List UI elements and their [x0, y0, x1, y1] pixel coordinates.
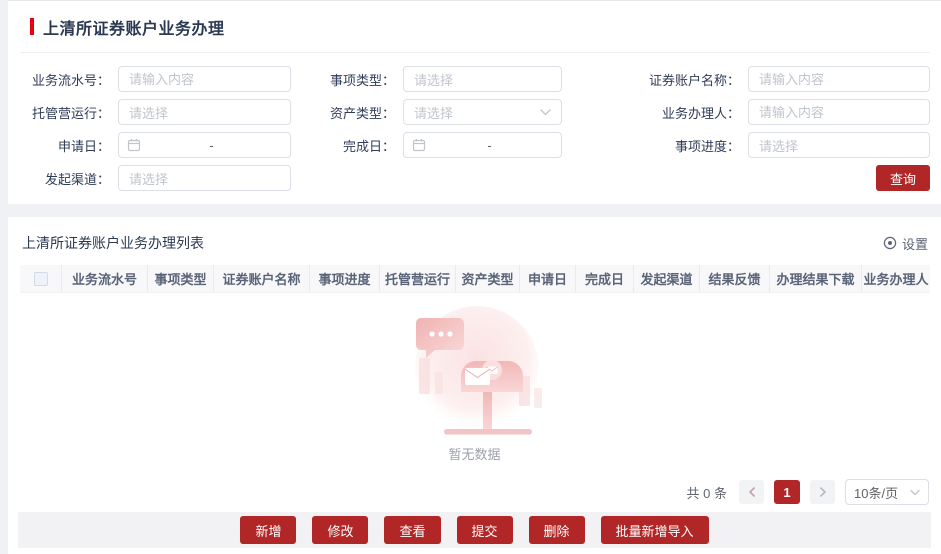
business-serial-no-label: 业务流水号：	[20, 70, 118, 89]
chevron-down-icon	[540, 109, 551, 116]
pagination-prev-button[interactable]	[739, 480, 764, 504]
search-button-cell: 查询	[566, 165, 930, 191]
empty-state: 暂无数据	[8, 293, 941, 472]
apply-date-label: 申请日：	[20, 136, 118, 155]
column-header: 结果反馈	[700, 265, 770, 292]
column-header: 完成日	[576, 265, 634, 292]
list-panel: 上清所证券账户业务办理列表 设置 业务流水号事项类型证券账户名称事项进度托管营运…	[8, 217, 941, 554]
search-form: 业务流水号：事项类型：请选择证券账户名称：托管营运行：请选择资产类型：请选择业务…	[20, 53, 930, 191]
item-type-placeholder: 请选择	[414, 70, 453, 89]
page-size-select[interactable]: 10条/页	[845, 479, 929, 505]
list-header: 上清所证券账户业务办理列表 设置	[8, 217, 941, 265]
select-all-checkbox[interactable]	[34, 272, 48, 286]
item-type-field: 事项类型： 请选择	[299, 66, 566, 92]
apply-date-separator: -	[141, 138, 282, 153]
action-button-bar: 新增修改查看提交删除批量新增导入	[18, 512, 931, 548]
column-header: 事项类型	[148, 265, 214, 292]
list-title: 上清所证券账户业务办理列表	[22, 233, 204, 253]
empty-mailbox-illustration	[397, 302, 553, 442]
panel-gap	[0, 204, 941, 217]
business-handler-label: 业务办理人：	[566, 103, 748, 122]
column-header: 办理结果下载	[770, 265, 862, 292]
finish-date-field: 完成日： -	[299, 132, 566, 158]
finish-date-daterange[interactable]: -	[403, 132, 562, 158]
gear-icon	[883, 236, 897, 250]
view-button[interactable]: 查看	[384, 516, 440, 544]
custody-operation-bank-select[interactable]: 请选择	[118, 99, 291, 125]
initiate-channel-field: 发起渠道： 请选择	[20, 165, 299, 191]
business-serial-no-field: 业务流水号：	[20, 66, 299, 92]
form-spacer	[299, 165, 566, 191]
column-header: 事项进度	[310, 265, 380, 292]
finish-date-separator: -	[426, 138, 553, 153]
finish-date-label: 完成日：	[299, 136, 403, 155]
asset-type-select[interactable]: 请选择	[403, 99, 562, 125]
modify-button[interactable]: 修改	[312, 516, 368, 544]
batch-import-button[interactable]: 批量新增导入	[601, 516, 709, 544]
title-accent-bar	[30, 18, 34, 35]
table: 业务流水号事项类型证券账户名称事项进度托管营运行资产类型申请日完成日发起渠道结果…	[8, 265, 941, 293]
chevron-down-icon	[910, 489, 920, 496]
business-serial-no-input[interactable]	[129, 72, 280, 87]
business-handler-input[interactable]	[759, 105, 919, 120]
business-handler-input-wrap	[748, 99, 930, 125]
apply-date-field: 申请日： -	[20, 132, 299, 158]
pagination-next-button[interactable]	[810, 480, 835, 504]
column-header: 业务流水号	[62, 265, 148, 292]
column-header: 发起渠道	[634, 265, 700, 292]
pagination: 共 0 条 1 10条/页	[8, 472, 941, 512]
page-header: 上清所证券账户业务办理	[20, 1, 930, 53]
chevron-right-icon	[819, 487, 827, 497]
item-progress-placeholder: 请选择	[759, 136, 798, 155]
asset-type-placeholder: 请选择	[414, 103, 453, 122]
settings-button[interactable]: 设置	[883, 234, 928, 253]
column-header: 业务办理人	[862, 265, 930, 292]
item-progress-label: 事项进度：	[566, 136, 748, 155]
page-size-value: 10条/页	[854, 483, 898, 502]
business-serial-no-input-wrap	[118, 66, 291, 92]
item-type-select[interactable]: 请选择	[403, 66, 562, 92]
custody-operation-bank-field: 托管营运行： 请选择	[20, 99, 299, 125]
calendar-icon	[127, 138, 141, 152]
page-title: 上清所证券账户业务办理	[43, 15, 225, 39]
custody-operation-bank-label: 托管营运行：	[20, 103, 118, 122]
column-header: 申请日	[520, 265, 576, 292]
pagination-page-1[interactable]: 1	[774, 480, 800, 504]
securities-account-name-field: 证券账户名称：	[566, 66, 930, 92]
securities-account-name-label: 证券账户名称：	[566, 70, 748, 89]
delete-button[interactable]: 删除	[529, 516, 585, 544]
item-progress-select[interactable]: 请选择	[748, 132, 930, 158]
table-header-row: 业务流水号事项类型证券账户名称事项进度托管营运行资产类型申请日完成日发起渠道结果…	[20, 265, 930, 293]
securities-account-name-input-wrap	[748, 66, 930, 92]
initiate-channel-placeholder: 请选择	[129, 169, 168, 188]
search-form-panel: 上清所证券账户业务办理 业务流水号： 事项类型： 请选择 证券账户名称： 托管营运行： 请…	[8, 0, 941, 204]
column-header: 托管营运行	[380, 265, 456, 292]
custody-operation-bank-placeholder: 请选择	[129, 103, 168, 122]
asset-type-label: 资产类型：	[299, 103, 403, 122]
empty-text: 暂无数据	[448, 444, 500, 463]
add-button[interactable]: 新增	[240, 516, 296, 544]
search-button[interactable]: 查询	[876, 165, 930, 191]
chevron-left-icon	[748, 487, 756, 497]
apply-date-daterange[interactable]: -	[118, 132, 291, 158]
initiate-channel-label: 发起渠道：	[20, 169, 118, 188]
select-all-cell	[20, 265, 62, 292]
asset-type-field: 资产类型： 请选择	[299, 99, 566, 125]
calendar-icon	[412, 138, 426, 152]
column-header: 资产类型	[456, 265, 520, 292]
initiate-channel-select[interactable]: 请选择	[118, 165, 291, 191]
item-type-label: 事项类型：	[299, 70, 403, 89]
column-header: 证券账户名称	[214, 265, 310, 292]
settings-label: 设置	[902, 234, 928, 253]
pagination-total: 共 0 条	[687, 483, 727, 502]
item-progress-field: 事项进度： 请选择	[566, 132, 930, 158]
securities-account-name-input[interactable]	[759, 72, 919, 87]
business-handler-field: 业务办理人：	[566, 99, 930, 125]
submit-button[interactable]: 提交	[457, 516, 513, 544]
